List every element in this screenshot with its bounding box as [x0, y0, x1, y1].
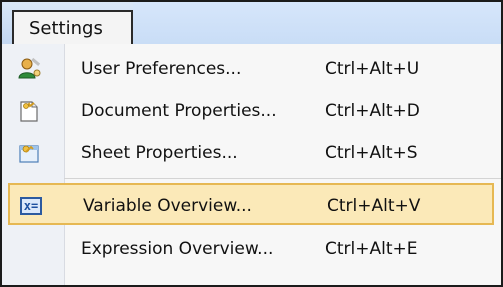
menu-item-shortcut: Ctrl+Alt+U: [325, 59, 420, 79]
user-preferences-icon: [16, 56, 42, 82]
sheet-properties-icon: [16, 140, 42, 166]
menu-bar-background: [133, 2, 501, 44]
menu-item-sheet-properties[interactable]: Sheet Properties... Ctrl+Alt+S: [8, 132, 494, 174]
settings-dropdown: User Preferences... Ctrl+Alt+U Document …: [2, 44, 501, 285]
menu-item-label: Document Properties...: [81, 101, 277, 121]
variable-badge: x=: [20, 197, 42, 215]
menu-bar: Settings: [2, 2, 501, 45]
menu-item-variable-overview[interactable]: x= Variable Overview... Ctrl+Alt+V: [8, 183, 494, 225]
menu-item-shortcut: Ctrl+Alt+V: [327, 196, 421, 216]
menu-item-label: Expression Overview...: [81, 239, 274, 259]
settings-menu-title[interactable]: Settings: [12, 10, 133, 44]
document-properties-icon: [16, 98, 42, 124]
settings-menu-window: Settings User Preferences... Ctrl+Alt+U: [0, 0, 503, 287]
menu-item-label: User Preferences...: [81, 59, 242, 79]
variable-overview-icon: x=: [18, 193, 44, 219]
menu-item-document-properties[interactable]: Document Properties... Ctrl+Alt+D: [8, 90, 494, 132]
menu-item-shortcut: Ctrl+Alt+S: [325, 143, 418, 163]
menu-separator: [64, 178, 501, 179]
menu-item-label: Variable Overview...: [83, 196, 252, 216]
menu-item-user-preferences[interactable]: User Preferences... Ctrl+Alt+U: [8, 48, 494, 90]
menu-item-expression-overview[interactable]: Expression Overview... Ctrl+Alt+E: [8, 228, 494, 270]
menu-item-shortcut: Ctrl+Alt+E: [325, 239, 418, 259]
menu-item-shortcut: Ctrl+Alt+D: [325, 101, 420, 121]
menu-item-label: Sheet Properties...: [81, 143, 238, 163]
